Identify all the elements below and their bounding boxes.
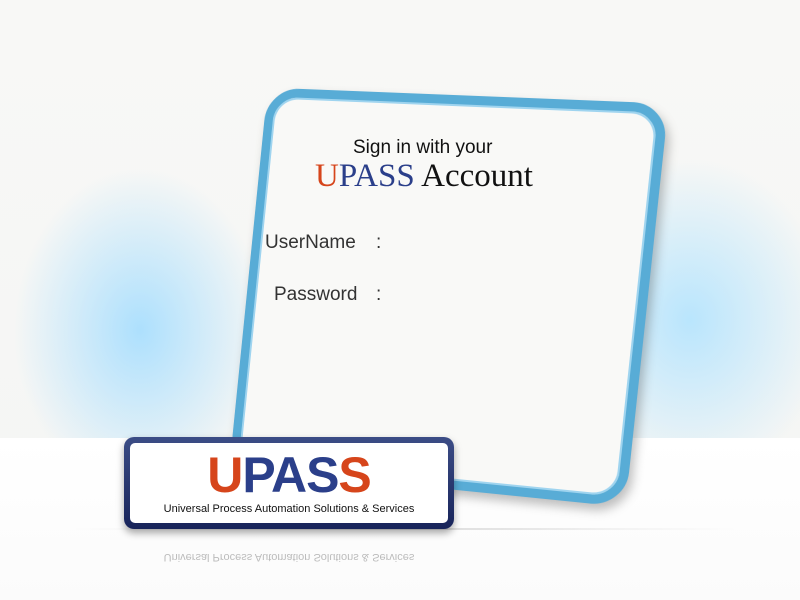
logo-letter-u: U [207,447,243,503]
password-input[interactable] [392,282,596,308]
brand-account: Account [414,158,533,194]
logo-subtitle: Universal Process Automation Solutions &… [163,503,415,515]
brand-pass: PASS [338,158,415,194]
logo-letter-s1: S [306,447,339,503]
upass-logo-wordmark: UPASS [130,449,448,501]
username-input[interactable] [392,230,596,256]
username-label: UserName [265,232,356,253]
logo-letters-pa: PA [242,447,307,503]
upass-logo: UPASS Universal Process Automation Solut… [130,443,448,523]
password-label: Password [274,284,358,305]
signin-heading: Sign in with your [353,137,493,158]
logo-reflection: Universal Process Automation Solutions &… [124,531,454,571]
brand-u: U [315,158,339,194]
upass-logo-plate: UPASS Universal Process Automation Solut… [124,437,454,529]
logo-reflection-subtitle: Universal Process Automation Solutions &… [163,551,415,563]
password-colon: : [376,284,382,305]
signin-brand-title: UPASS Account [315,158,533,195]
logo-letter-s2: S [338,447,371,503]
username-colon: : [376,232,382,253]
